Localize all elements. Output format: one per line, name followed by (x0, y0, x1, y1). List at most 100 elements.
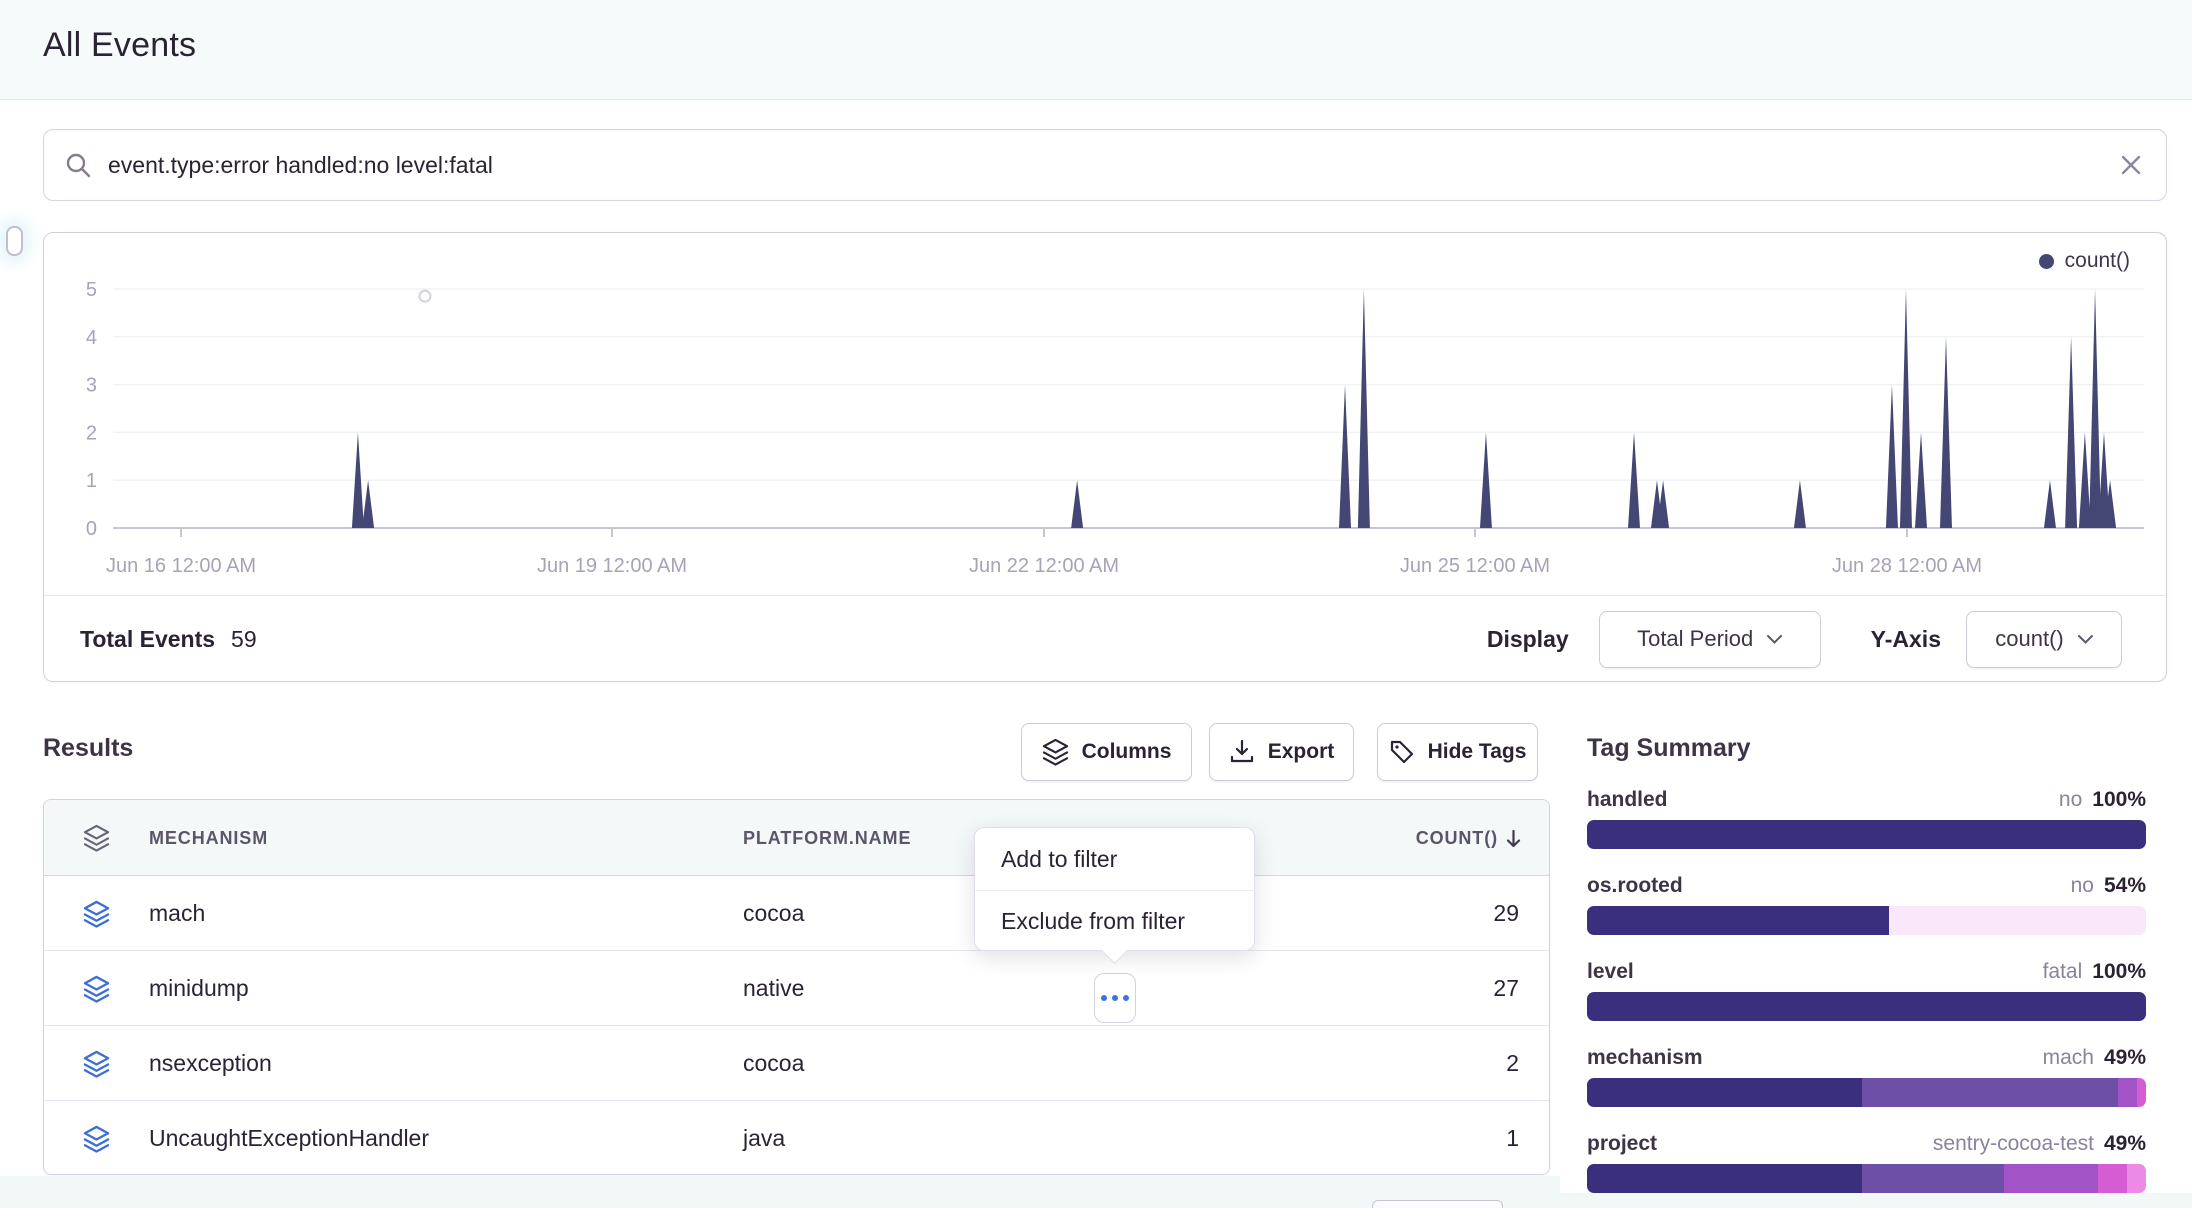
columns-button[interactable]: Columns (1021, 723, 1192, 781)
cell-platform[interactable]: native (743, 951, 804, 1026)
export-button[interactable]: Export (1209, 723, 1354, 781)
tag-top-value: no (2071, 874, 2094, 898)
column-header-platform[interactable]: PLATFORM.NAME (743, 800, 911, 876)
tag-bar-segment (2004, 1164, 2098, 1193)
table-row[interactable]: mach cocoa 29 (44, 876, 1549, 951)
tag-top-value: sentry-cocoa-test (1933, 1132, 2094, 1156)
stack-event-icon[interactable] (83, 1050, 110, 1083)
tag-percentage: 54% (2104, 874, 2146, 898)
cell-platform[interactable]: java (743, 1101, 785, 1175)
yaxis-dropdown[interactable]: count() (1966, 611, 2122, 668)
table-row[interactable]: minidump native 27 (44, 951, 1549, 1026)
tag-name: project (1587, 1132, 1657, 1156)
tag-name: os.rooted (1587, 874, 1683, 898)
clear-search-icon[interactable] (2118, 152, 2144, 178)
tag-percentage: 49% (2104, 1132, 2146, 1156)
tag-bar-segment (1587, 820, 2146, 849)
tag-distribution-bar[interactable] (1587, 1164, 2146, 1193)
cell-mechanism[interactable]: minidump (149, 951, 249, 1026)
chevron-down-icon (1767, 635, 1782, 644)
tag-percentage: 100% (2092, 788, 2146, 812)
tag-label-row: project sentry-cocoa-test 49% (1587, 1130, 2146, 1158)
layers-icon (1042, 738, 1069, 766)
display-dropdown[interactable]: Total Period (1599, 611, 1821, 668)
svg-text:Jun 25 12:00 AM: Jun 25 12:00 AM (1400, 555, 1550, 577)
page-bottom-background (1560, 1193, 2192, 1208)
tag-distribution-bar[interactable] (1587, 1078, 2146, 1107)
tag-icon (1389, 739, 1415, 765)
cell-actions-button[interactable] (1094, 973, 1136, 1023)
cell-count[interactable]: 29 (1493, 876, 1519, 951)
stack-event-icon[interactable] (83, 975, 110, 1008)
tag-bar-segment (1889, 906, 2146, 935)
cell-count[interactable]: 2 (1506, 1026, 1519, 1101)
tag-bar-segment (1587, 1164, 1862, 1193)
tag-bar-segment (1587, 906, 1889, 935)
tag-percentage: 100% (2092, 960, 2146, 984)
all-events-page: All Events event.type:error handled:no l… (0, 0, 2192, 1208)
hide-tags-button-label: Hide Tags (1428, 740, 1527, 764)
table-row[interactable]: nsexception cocoa 2 (44, 1026, 1549, 1101)
svg-text:Jun 22 12:00 AM: Jun 22 12:00 AM (969, 555, 1119, 577)
tag-bar-segment (2127, 1164, 2146, 1193)
tag-percentage: 49% (2104, 1046, 2146, 1070)
ellipsis-icon (1112, 995, 1118, 1001)
svg-text:4: 4 (86, 327, 97, 349)
left-edge-handle-icon[interactable] (6, 226, 23, 256)
table-row[interactable]: UncaughtExceptionHandler java 1 (44, 1101, 1549, 1175)
stack-icon[interactable] (83, 824, 110, 857)
search-bar[interactable]: event.type:error handled:no level:fatal (43, 129, 2167, 201)
tag-top-value: fatal (2043, 960, 2083, 984)
download-icon (1229, 739, 1255, 765)
export-button-label: Export (1268, 740, 1335, 764)
results-table: MECHANISM PLATFORM.NAME COUNT() mach coc… (43, 799, 1550, 1175)
cell-mechanism[interactable]: UncaughtExceptionHandler (149, 1101, 429, 1175)
ellipsis-icon (1101, 995, 1107, 1001)
svg-text:Jun 16 12:00 AM: Jun 16 12:00 AM (106, 555, 256, 577)
search-query-text[interactable]: event.type:error handled:no level:fatal (108, 152, 493, 179)
total-events-label: Total Events (80, 626, 215, 653)
table-header-row: MECHANISM PLATFORM.NAME COUNT() (44, 800, 1549, 876)
tag-name: handled (1587, 788, 1668, 812)
ellipsis-icon (1123, 995, 1129, 1001)
svg-text:2: 2 (86, 422, 97, 444)
yaxis-label: Y-Axis (1871, 626, 1941, 653)
page-bottom-background (0, 1176, 1560, 1208)
columns-button-label: Columns (1082, 740, 1172, 764)
tag-bar-segment (1587, 1078, 1862, 1107)
tag-distribution-bar[interactable] (1587, 992, 2146, 1021)
stack-event-icon[interactable] (83, 900, 110, 933)
stack-event-icon[interactable] (83, 1125, 110, 1158)
tag-label-row: level fatal 100% (1587, 958, 2146, 986)
tag-top-value: mach (2043, 1046, 2094, 1070)
chart-footer: Total Events 59 Display Total Period Y-A… (44, 596, 2166, 682)
svg-text:Jun 19 12:00 AM: Jun 19 12:00 AM (537, 555, 687, 577)
tag-bar-segment (1587, 992, 2146, 1021)
menu-item-add-to-filter[interactable]: Add to filter (975, 828, 1254, 890)
cell-count[interactable]: 27 (1493, 951, 1519, 1026)
cell-count[interactable]: 1 (1506, 1101, 1519, 1175)
pagination-buttons-partial[interactable] (1372, 1200, 1503, 1208)
tag-top-value: no (2059, 788, 2082, 812)
page-header (0, 0, 2192, 100)
tag-distribution-bar[interactable] (1587, 906, 2146, 935)
tag-name: level (1587, 960, 1634, 984)
column-header-mechanism[interactable]: MECHANISM (149, 800, 268, 876)
tag-bar-segment (2137, 1078, 2146, 1107)
cell-platform[interactable]: cocoa (743, 876, 804, 951)
tag-distribution-bar[interactable] (1587, 820, 2146, 849)
chevron-down-icon (2078, 635, 2093, 644)
hide-tags-button[interactable]: Hide Tags (1377, 723, 1538, 781)
svg-text:3: 3 (86, 375, 97, 397)
cell-mechanism[interactable]: mach (149, 876, 205, 951)
cell-mechanism[interactable]: nsexception (149, 1026, 272, 1101)
results-title: Results (43, 734, 133, 763)
tag-label-row: handled no 100% (1587, 786, 2146, 814)
column-header-count[interactable]: COUNT() (1416, 800, 1521, 876)
svg-text:5: 5 (86, 279, 97, 301)
svg-text:1: 1 (86, 470, 97, 492)
page-title: All Events (43, 26, 196, 65)
cell-platform[interactable]: cocoa (743, 1026, 804, 1101)
svg-text:Jun 28 12:00 AM: Jun 28 12:00 AM (1832, 555, 1982, 577)
svg-text:0: 0 (86, 518, 97, 540)
